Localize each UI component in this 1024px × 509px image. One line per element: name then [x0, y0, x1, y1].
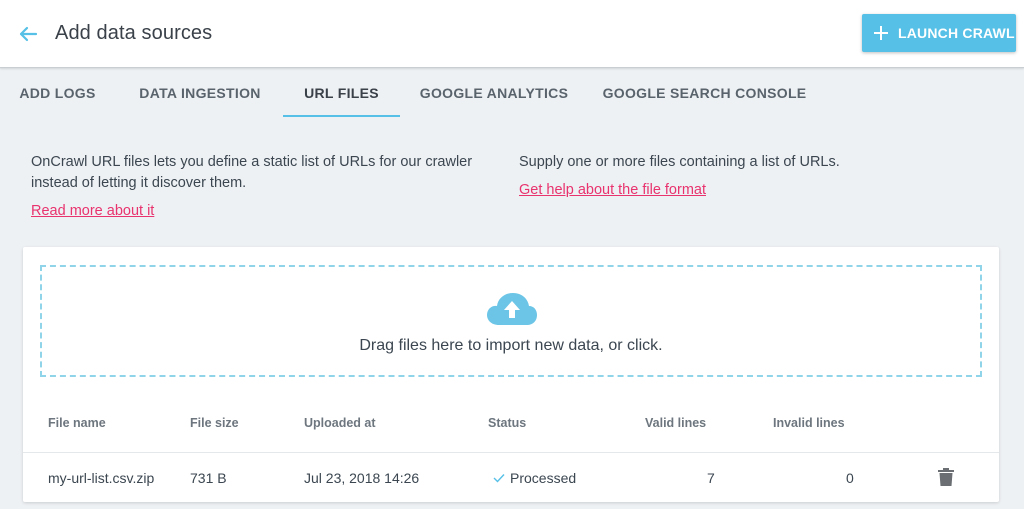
cloud-upload-icon [487, 293, 537, 325]
page-title: Add data sources [55, 22, 213, 44]
trash-icon[interactable] [937, 467, 955, 487]
file-format-help-link[interactable]: Get help about the file format [519, 182, 706, 198]
arrow-left-icon[interactable] [16, 22, 40, 46]
status-label: Processed [510, 470, 577, 486]
source-tabs: ADD LOGS DATA INGESTION URL FILES GOOGLE… [0, 68, 1024, 118]
read-more-link[interactable]: Read more about it [31, 203, 154, 219]
column-header-file-size: File size [190, 416, 239, 430]
column-header-valid-lines: Valid lines [645, 416, 707, 430]
file-dropzone[interactable]: Drag files here to import new data, or c… [40, 265, 982, 377]
page-header: Add data sources LAUNCH CRAWL [0, 0, 1024, 68]
tab-url-files[interactable]: URL FILES [283, 68, 400, 118]
tab-google-analytics[interactable]: GOOGLE ANALYTICS [408, 68, 580, 118]
url-files-card: Drag files here to import new data, or c… [23, 247, 999, 502]
cell-invalid-lines: 0 [846, 470, 854, 486]
cell-status: Processed [493, 470, 576, 486]
active-tab-indicator [283, 115, 400, 117]
cell-uploaded-at: Jul 23, 2018 14:26 [304, 470, 420, 486]
check-icon [493, 474, 505, 483]
plus-icon [874, 26, 888, 40]
cell-file-size: 731 B [190, 470, 227, 486]
column-header-invalid-lines: Invalid lines [773, 416, 845, 430]
tab-data-ingestion[interactable]: DATA INGESTION [125, 68, 275, 118]
dropzone-text: Drag files here to import new data, or c… [359, 337, 663, 354]
tab-add-logs[interactable]: ADD LOGS [0, 68, 115, 118]
launch-crawl-button[interactable]: LAUNCH CRAWL [862, 14, 1016, 52]
tab-google-search-console[interactable]: GOOGLE SEARCH CONSOLE [593, 68, 816, 118]
table-divider [23, 452, 999, 453]
supply-files-text: Supply one or more files containing a li… [519, 154, 840, 170]
cell-valid-lines: 7 [707, 470, 715, 486]
launch-crawl-label: LAUNCH CRAWL [898, 25, 1015, 41]
column-header-uploaded-at: Uploaded at [304, 416, 376, 430]
column-header-file-name: File name [48, 416, 106, 430]
column-header-status: Status [488, 416, 527, 430]
url-files-description: OnCrawl URL files lets you define a stat… [31, 154, 473, 191]
cell-file-name: my-url-list.csv.zip [48, 470, 155, 486]
